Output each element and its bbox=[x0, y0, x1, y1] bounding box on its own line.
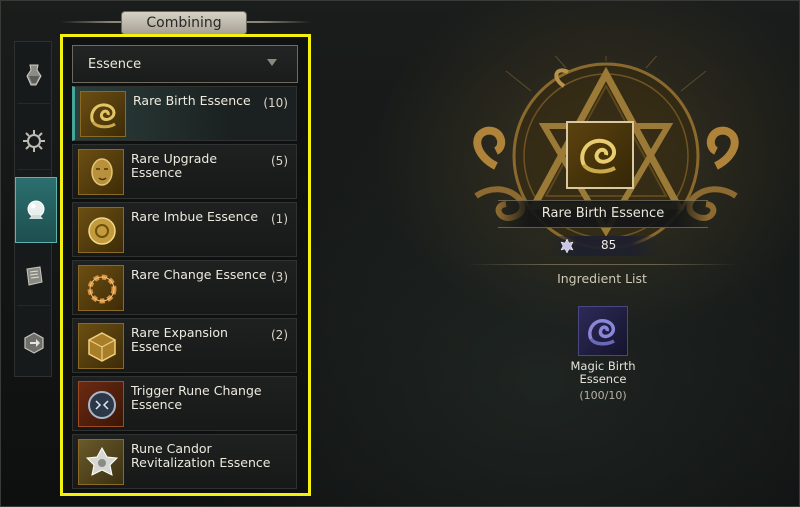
list-item[interactable]: Rare Upgrade Essence (5) bbox=[72, 144, 297, 199]
ingredient-list-title: Ingredient List bbox=[557, 271, 647, 286]
side-tab-potion[interactable] bbox=[17, 46, 50, 104]
ring-of-links-icon bbox=[78, 265, 124, 311]
list-item[interactable]: Rune Candor Revitalization Essence bbox=[72, 434, 297, 489]
dropdown-selected-value: Essence bbox=[88, 57, 142, 72]
ingredient-quantity: (100/10) bbox=[579, 389, 627, 402]
serpent-icon bbox=[580, 138, 616, 174]
item-name: Trigger Rune Change Essence bbox=[131, 383, 262, 412]
potion-bottle-icon bbox=[25, 64, 42, 85]
game-screen: Combining Essence Rare Birth Essence (10… bbox=[0, 0, 800, 507]
item-list: Rare Birth Essence (10) Rare Upgrade Ess… bbox=[72, 86, 297, 492]
cube-icon bbox=[78, 323, 124, 369]
ingredient-name: Magic Birth Essence bbox=[570, 359, 636, 386]
ingredient-divider bbox=[467, 264, 737, 265]
face-relief-icon bbox=[78, 149, 124, 195]
list-item[interactable]: Rare Expansion Essence (2) bbox=[72, 318, 297, 373]
fleur-crest-icon bbox=[560, 238, 574, 254]
essence-list-panel: Essence Rare Birth Essence (10) Rare Upg… bbox=[60, 34, 311, 496]
combine-cost: 85 bbox=[549, 236, 659, 256]
ingredient-slot[interactable] bbox=[578, 306, 628, 356]
silver-rosette-icon bbox=[78, 439, 124, 485]
header-bar: Combining bbox=[61, 11, 311, 35]
item-name: Rune Candor Revitalization Essence bbox=[131, 441, 271, 470]
chevron-down-icon bbox=[267, 59, 277, 66]
serpent-icon bbox=[80, 91, 126, 137]
side-tab-cube[interactable] bbox=[17, 314, 50, 372]
side-tab-scroll[interactable] bbox=[17, 248, 50, 306]
list-item[interactable]: Trigger Rune Change Essence bbox=[72, 376, 297, 431]
item-name: Rare Imbue Essence bbox=[131, 209, 259, 224]
item-count: (1) bbox=[271, 212, 288, 226]
list-item[interactable]: Rare Birth Essence (10) bbox=[72, 86, 297, 141]
item-count: (3) bbox=[271, 270, 288, 284]
scroll-icon bbox=[25, 265, 43, 286]
selected-item-frame bbox=[566, 121, 634, 189]
list-item[interactable]: Rare Imbue Essence (1) bbox=[72, 202, 297, 257]
item-name: Rare Expansion Essence bbox=[131, 325, 228, 354]
cube-exchange-icon bbox=[23, 332, 44, 354]
side-tab-orb[interactable] bbox=[15, 177, 57, 243]
side-tab-sun[interactable] bbox=[17, 112, 50, 170]
item-name: Rare Birth Essence bbox=[133, 93, 251, 108]
blue-serpent-icon bbox=[588, 319, 615, 346]
orb-icon bbox=[27, 200, 45, 219]
item-count: (10) bbox=[263, 96, 288, 110]
list-item[interactable]: Rare Change Essence (3) bbox=[72, 260, 297, 315]
sun-gear-icon bbox=[22, 129, 45, 152]
selected-item-name: Rare Birth Essence bbox=[498, 200, 708, 228]
category-dropdown[interactable]: Essence bbox=[72, 45, 298, 83]
rune-sphere-icon bbox=[78, 381, 124, 427]
item-count: (2) bbox=[271, 328, 288, 342]
item-name: Rare Upgrade Essence bbox=[131, 151, 218, 180]
gold-orb-icon bbox=[78, 207, 124, 253]
cost-value: 85 bbox=[601, 238, 617, 252]
side-tab-strip bbox=[14, 41, 57, 377]
page-title: Combining bbox=[121, 11, 247, 35]
item-name: Rare Change Essence bbox=[131, 267, 267, 282]
item-count: (5) bbox=[271, 154, 288, 168]
